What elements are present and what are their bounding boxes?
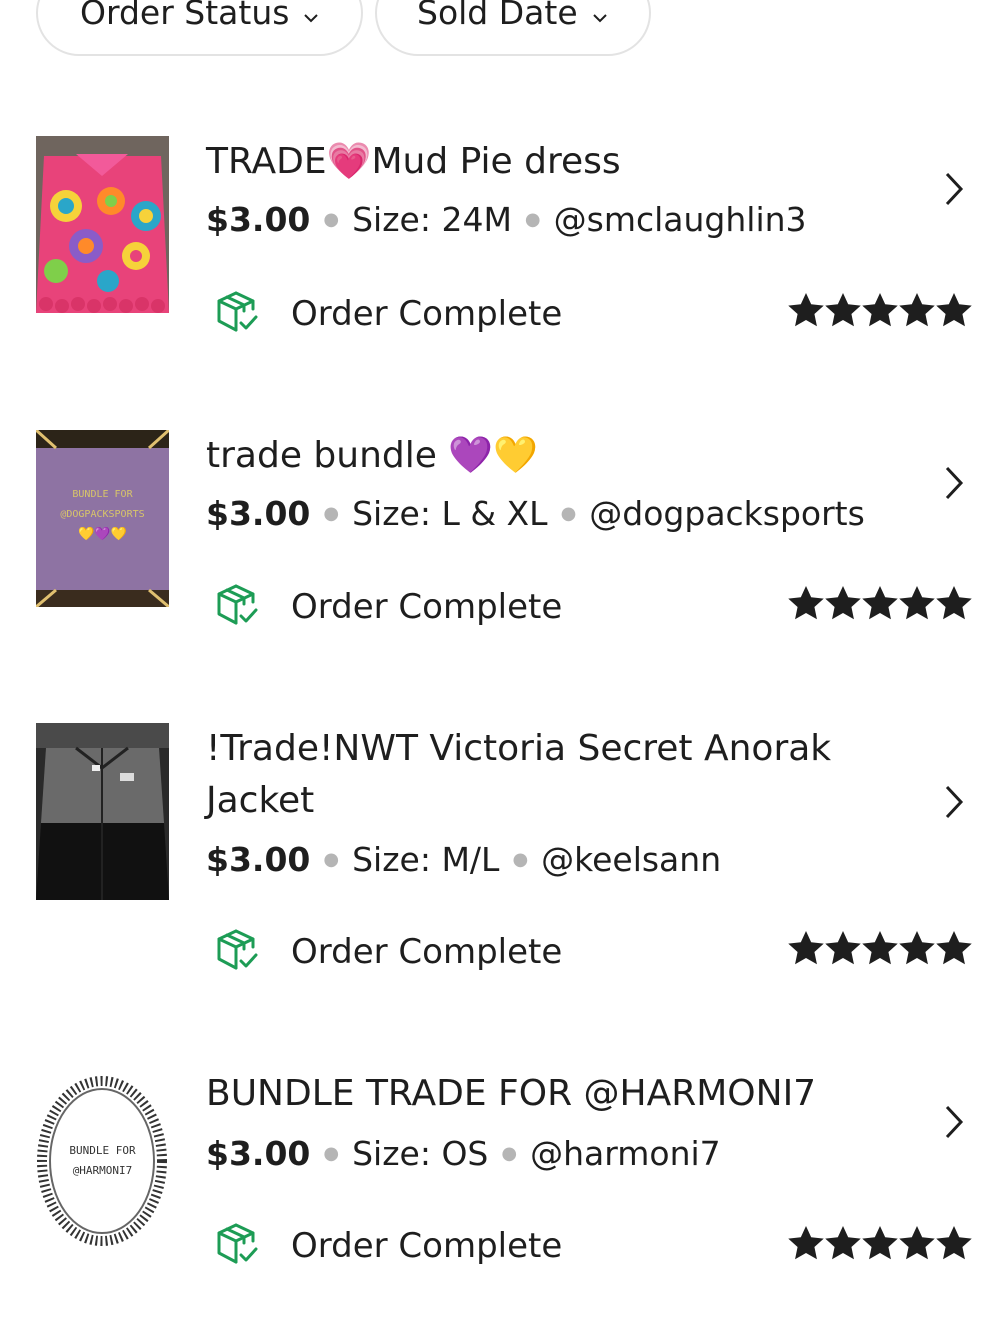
status-text: Order Complete xyxy=(291,1226,563,1266)
listing-title: !Trade!NWT Victoria Secret Anorak Jacket xyxy=(206,728,832,821)
listing-meta: $3.00 ● Size: M/L ● @keelsann xyxy=(206,840,721,879)
thumbnail-caption: @HARMONI7 xyxy=(72,1164,133,1177)
listing-user: @smclaughlin3 xyxy=(553,200,807,239)
listing-size: Size: M/L xyxy=(352,840,500,879)
chevron-right-icon xyxy=(940,463,968,503)
listing-price: $3.00 xyxy=(206,1134,311,1173)
star-icon xyxy=(788,586,824,620)
star-icon xyxy=(862,586,898,620)
listing-size: Size: 24M xyxy=(352,200,512,239)
star-icon xyxy=(899,1226,935,1260)
star-icon xyxy=(788,293,824,327)
order-status: Order Complete xyxy=(215,289,562,339)
status-text: Order Complete xyxy=(291,294,563,334)
listing-meta: $3.00 ● Size: 24M ● @smclaughlin3 xyxy=(206,200,807,239)
star-icon xyxy=(862,293,898,327)
order-status: Order Complete xyxy=(215,1221,562,1271)
separator-dot: ● xyxy=(501,1143,518,1164)
status-text: Order Complete xyxy=(291,932,563,972)
listing-size: Size: OS xyxy=(352,1134,489,1173)
rating-stars xyxy=(788,931,972,965)
star-icon xyxy=(862,931,898,965)
chevron-right-icon xyxy=(940,1102,968,1142)
package-check-icon xyxy=(215,289,261,339)
star-icon xyxy=(825,293,861,327)
star-icon xyxy=(862,1226,898,1260)
status-text: Order Complete xyxy=(291,587,563,627)
star-icon xyxy=(899,586,935,620)
thumbnail-caption: @DOGPACKSPORTS xyxy=(60,509,145,520)
star-icon xyxy=(788,1226,824,1260)
order-list-item[interactable]: BUNDLE FOR @DOGPACKSPORTS 💛💜💛 trade bund… xyxy=(0,370,1000,670)
listing-price: $3.00 xyxy=(206,840,311,879)
rating-stars xyxy=(788,586,972,620)
chevron-right-icon xyxy=(940,782,968,822)
star-icon xyxy=(899,293,935,327)
listing-meta: $3.00 ● Size: OS ● @harmoni7 xyxy=(206,1134,721,1173)
product-thumbnail xyxy=(36,723,169,900)
order-list-item[interactable]: BUNDLE FOR @HARMONI7 BUNDLE TRADE FOR @H… xyxy=(0,1040,1000,1333)
rating-stars xyxy=(788,1226,972,1260)
star-icon xyxy=(936,931,972,965)
order-list-item[interactable]: TRADE💗Mud Pie dress $3.00 ● Size: 24M ● … xyxy=(0,0,1000,360)
listing-title: TRADE💗Mud Pie dress xyxy=(206,141,621,182)
thumbnail-caption: 💛💜💛 xyxy=(78,527,127,542)
listing-user: @dogpacksports xyxy=(589,494,865,533)
listing-size: Size: L & XL xyxy=(352,494,548,533)
separator-dot: ● xyxy=(323,209,340,230)
star-icon xyxy=(825,586,861,620)
separator-dot: ● xyxy=(560,503,577,524)
order-status: Order Complete xyxy=(215,582,562,632)
thumbnail-caption: BUNDLE FOR xyxy=(69,1144,136,1157)
listing-user: @keelsann xyxy=(541,840,722,879)
product-thumbnail: BUNDLE FOR @DOGPACKSPORTS 💛💜💛 xyxy=(36,430,169,607)
listing-price: $3.00 xyxy=(206,494,311,533)
separator-dot: ● xyxy=(323,503,340,524)
listing-title: BUNDLE TRADE FOR @HARMONI7 xyxy=(206,1073,817,1114)
separator-dot: ● xyxy=(323,1143,340,1164)
star-icon xyxy=(936,1226,972,1260)
listing-user: @harmoni7 xyxy=(530,1134,721,1173)
product-thumbnail xyxy=(36,136,169,313)
star-icon xyxy=(825,1226,861,1260)
listing-title: trade bundle 💜💛 xyxy=(206,435,538,476)
star-icon xyxy=(788,931,824,965)
chevron-right-icon xyxy=(940,169,968,209)
package-check-icon xyxy=(215,582,261,632)
package-check-icon xyxy=(215,1221,261,1271)
listing-price: $3.00 xyxy=(206,200,311,239)
separator-dot: ● xyxy=(524,209,541,230)
order-list-item[interactable]: !Trade!NWT Victoria Secret Anorak Jacket… xyxy=(0,680,1000,1030)
star-icon xyxy=(936,293,972,327)
listing-meta: $3.00 ● Size: L & XL ● @dogpacksports xyxy=(206,494,865,533)
rating-stars xyxy=(788,293,972,327)
package-check-icon xyxy=(215,927,261,977)
separator-dot: ● xyxy=(323,849,340,870)
product-thumbnail: BUNDLE FOR @HARMONI7 xyxy=(36,1073,169,1250)
star-icon xyxy=(899,931,935,965)
thumbnail-caption: BUNDLE FOR xyxy=(72,489,133,500)
star-icon xyxy=(936,586,972,620)
separator-dot: ● xyxy=(512,849,529,870)
order-status: Order Complete xyxy=(215,927,562,977)
star-icon xyxy=(825,931,861,965)
